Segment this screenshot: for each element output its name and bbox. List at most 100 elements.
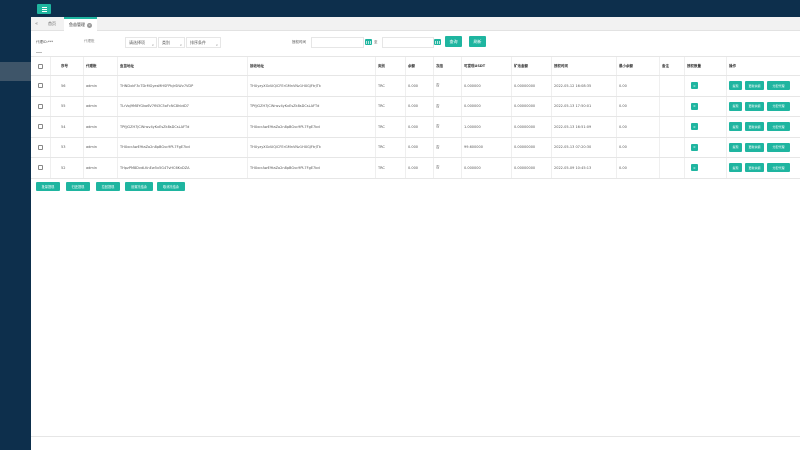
- cancel-frozen-balance-button[interactable]: 取消冻结余: [157, 182, 185, 191]
- double-chevron-left-icon[interactable]: «: [31, 17, 42, 31]
- chevron-down-icon: ∨: [151, 43, 154, 47]
- divider: [36, 52, 42, 53]
- top-bar: [0, 0, 800, 17]
- cell-type: TRC: [375, 117, 405, 137]
- agent-id-label: 代理ID:***: [36, 40, 54, 44]
- cell-actions: 提现 更新余额 分配代理: [726, 76, 800, 96]
- assign-agent-button[interactable]: 分配代理: [767, 101, 790, 111]
- cell-receive-address: THUyzyXGdUQiCFErGMnVNz1HXGJFtrJTk: [247, 137, 375, 157]
- cell-agent: admin: [83, 76, 117, 96]
- pullback-withdraw-button[interactable]: 拉回提现: [96, 182, 120, 191]
- chevron-down-icon: ∨: [179, 43, 182, 47]
- hamburger-icon[interactable]: [37, 4, 51, 14]
- cell-frozen: 否: [433, 117, 461, 137]
- assign-agent-button[interactable]: 分配代理: [767, 81, 790, 91]
- cell-receive-address: THXxcrAwE9taZo2n8pBGvc9PL7FgE7bd: [247, 158, 375, 178]
- cell-usdt: 1.000000: [461, 117, 511, 137]
- tab-home[interactable]: 首页: [43, 17, 61, 31]
- footer-divider: [31, 436, 800, 437]
- row-checkbox[interactable]: [38, 83, 43, 89]
- cell-receive-address: TPfjjGZH7JCWnsv4yKxEsZk8sDCsLAFTd: [247, 96, 375, 116]
- select-all-checkbox-cell: [31, 57, 50, 75]
- assign-agent-button[interactable]: 分配代理: [767, 122, 790, 132]
- cell-time: 2022-05-13 17:50:01: [551, 96, 616, 116]
- assign-agent-button[interactable]: 分配代理: [767, 163, 790, 173]
- auth-count-button[interactable]: 0: [691, 123, 698, 131]
- withdraw-button[interactable]: 提现: [729, 163, 742, 173]
- cell-pool: 0.00000000: [511, 158, 551, 178]
- table-row: 54 admin TPfjjGZH7JCWnsv4yKxEsZk8sDCsLAFTd…: [31, 117, 800, 138]
- header-min-balance: 最小余额: [616, 57, 659, 75]
- cell-balance: 0.000: [405, 117, 433, 137]
- cell-frozen: 否: [433, 158, 461, 178]
- header-id: 序号: [50, 57, 83, 75]
- type-select[interactable]: 类别 ∨: [158, 37, 185, 48]
- close-icon[interactable]: ×: [87, 22, 92, 28]
- tab-fish-management[interactable]: 鱼苗管理 ×: [64, 17, 97, 31]
- update-balance-button[interactable]: 更新余额: [745, 101, 764, 111]
- update-balance-button[interactable]: 更新余额: [745, 142, 764, 152]
- row-checkbox[interactable]: [38, 124, 43, 130]
- withdraw-button[interactable]: 提现: [729, 81, 742, 91]
- header-withdrawable-usdt: 可提现USDT: [461, 57, 511, 75]
- auth-count-button[interactable]: 0: [691, 102, 698, 110]
- header-type: 类别: [375, 57, 405, 75]
- cell-pool: 0.00000000: [511, 137, 551, 157]
- row-checkbox[interactable]: [38, 165, 43, 171]
- update-balance-button[interactable]: 更新余额: [745, 163, 764, 173]
- cell-min-balance: 0.00: [616, 117, 659, 137]
- cell-pool: 0.00000000: [511, 76, 551, 96]
- auth-count-button[interactable]: 0: [691, 164, 698, 172]
- date-separator: 至: [374, 40, 378, 44]
- agent-input[interactable]: 代理账: [81, 37, 125, 48]
- set-frozen-balance-button[interactable]: 设置冻结余: [125, 182, 153, 191]
- header-balance: 余额: [405, 57, 433, 75]
- cell-usdt: 0.000000: [461, 158, 511, 178]
- calendar-icon[interactable]: [365, 39, 372, 45]
- cell-note: [659, 158, 684, 178]
- calendar-icon[interactable]: [434, 39, 441, 45]
- cell-note: [659, 117, 684, 137]
- cell-fish-address: THpzPM8DvdLKnEw5x5G4TvHC6KvDZA: [117, 158, 247, 178]
- table-row: 52 admin THpzPM8DvdLKnEw5x5G4TvHC6KvDZA THX…: [31, 158, 800, 179]
- header-auth-time: 授权时间: [551, 57, 616, 75]
- row-checkbox-cell: [31, 97, 50, 117]
- cell-actions: 提现 更新余额 分配代理: [726, 158, 800, 178]
- query-button[interactable]: 查询: [445, 36, 462, 47]
- update-balance-button[interactable]: 更新余额: [745, 122, 764, 132]
- auth-count-button[interactable]: 0: [691, 143, 698, 151]
- project-select[interactable]: 请选择项 ∨: [125, 37, 157, 48]
- cell-id: 53: [50, 137, 83, 157]
- cell-receive-address: THXxcrAwE9taZo2n8pBGvc9PL7FgE7bd: [247, 117, 375, 137]
- auth-count-button[interactable]: 0: [691, 82, 698, 90]
- refresh-button[interactable]: 刷新: [469, 36, 486, 47]
- cell-min-balance: 0.00: [616, 96, 659, 116]
- cell-fish-address: THNDxkF3cTDrMGyesMHSFPbJrSiWv7VDP: [117, 76, 247, 96]
- cell-agent: admin: [83, 96, 117, 116]
- cell-note: [659, 137, 684, 157]
- cell-id: 54: [50, 117, 83, 137]
- row-checkbox[interactable]: [38, 103, 43, 109]
- sort-select[interactable]: 排序条件 ∨: [186, 37, 221, 48]
- bulk-withdraw-button[interactable]: 批量提现: [36, 182, 60, 191]
- select-all-checkbox[interactable]: [38, 63, 43, 69]
- cell-usdt: 99.600000: [461, 137, 511, 157]
- cell-agent: admin: [83, 158, 117, 178]
- assign-agent-button[interactable]: 分配代理: [767, 142, 790, 152]
- cell-frozen: 否: [433, 96, 461, 116]
- date-from-input[interactable]: [311, 37, 364, 48]
- return-withdraw-button[interactable]: 归还提现: [66, 182, 90, 191]
- row-checkbox[interactable]: [38, 144, 43, 150]
- withdraw-button[interactable]: 提现: [729, 101, 742, 111]
- cell-pool: 0.00000000: [511, 96, 551, 116]
- withdraw-button[interactable]: 提现: [729, 122, 742, 132]
- cell-auth-count: 0: [684, 137, 726, 157]
- cell-frozen: 否: [433, 137, 461, 157]
- sidebar-item-active[interactable]: [0, 62, 31, 81]
- cell-auth-count: 0: [684, 117, 726, 137]
- withdraw-button[interactable]: 提现: [729, 142, 742, 152]
- date-to-input[interactable]: [382, 37, 434, 48]
- update-balance-button[interactable]: 更新余额: [745, 81, 764, 91]
- cell-pool: 0.00000000: [511, 117, 551, 137]
- cell-time: 2022-05-12 16:08:35: [551, 76, 616, 96]
